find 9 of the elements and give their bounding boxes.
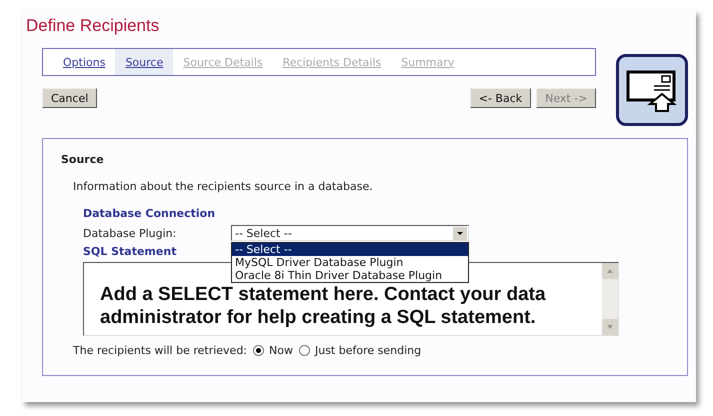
plugin-label: Database Plugin:: [83, 226, 178, 240]
retrieve-label: The recipients will be retrieved:: [73, 344, 248, 357]
section-heading: Source: [61, 153, 104, 166]
radio-label: Just before sending: [314, 344, 422, 357]
sql-heading: SQL Statement: [83, 245, 176, 258]
radio-label: Now: [269, 344, 293, 357]
section-description: Information about the recipients source in a database.: [72, 180, 373, 193]
page-title: Define Recipients: [25, 15, 160, 37]
connection-heading: Database Connection: [83, 207, 216, 220]
